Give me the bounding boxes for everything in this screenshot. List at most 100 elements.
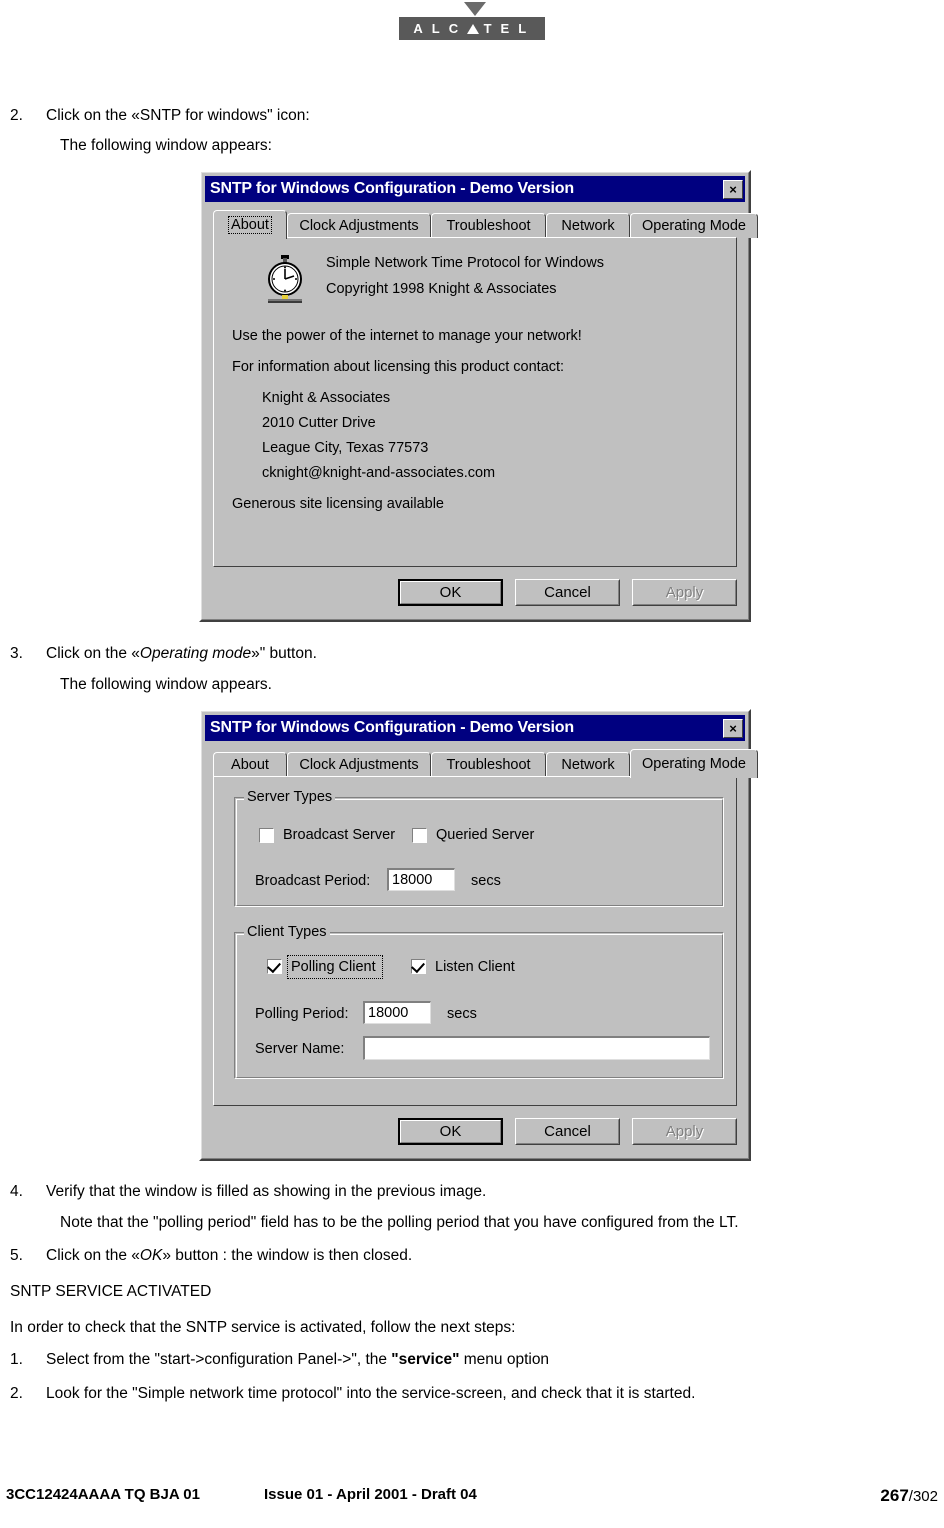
tab-operating-mode[interactable]: Operating Mode xyxy=(630,749,758,778)
check-step-2: 2. Look for the "Simple network time pro… xyxy=(10,1384,930,1404)
logo-bar: A L C T E L xyxy=(399,17,545,40)
tab-operating-mode[interactable]: Operating Mode xyxy=(630,213,758,238)
dialog1-title: SNTP for Windows Configuration - Demo Ve… xyxy=(210,180,574,197)
step-4-note: Note that the "polling period" field has… xyxy=(60,1214,739,1231)
sntp-configuration-dialog-about[interactable]: SNTP for Windows Configuration - Demo Ve… xyxy=(199,170,758,622)
check-step-2-text: Look for the "Simple network time protoc… xyxy=(46,1385,696,1402)
tab-network[interactable]: Network xyxy=(546,752,630,777)
check-step-1-number: 1. xyxy=(10,1351,23,1368)
sntp-configuration-dialog-operating-mode[interactable]: SNTP for Windows Configuration - Demo Ve… xyxy=(199,709,758,1161)
footer-total-pages: /302 xyxy=(908,1488,938,1505)
close-icon[interactable]: × xyxy=(723,718,743,738)
step-4: 4. Verify that the window is filled as s… xyxy=(10,1182,910,1202)
dialog2-titlebar[interactable]: SNTP for Windows Configuration - Demo Ve… xyxy=(205,715,745,741)
about-address-line-2: 2010 Cutter Drive xyxy=(262,415,376,431)
apply-button: Apply xyxy=(632,1118,737,1145)
tab-about-label: About xyxy=(228,216,272,234)
broadcast-server-checkbox[interactable] xyxy=(259,828,274,843)
dialog1-about-panel: Simple Network Time Protocol for Windows… xyxy=(213,237,737,567)
step-5-emphasis: OK xyxy=(139,1247,163,1264)
about-email-line: cknight@knight-and-associates.com xyxy=(262,465,496,481)
ok-button-label: OK xyxy=(439,584,462,601)
queried-server-checkbox[interactable] xyxy=(412,828,427,843)
tab-clock-adjustments-label: Clock Adjustments xyxy=(299,757,419,773)
step-2-text: Click on the «SNTP for windows" icon: xyxy=(46,107,310,124)
stopwatch-clock-icon xyxy=(268,255,302,303)
broadcast-period-input[interactable]: 18000 xyxy=(387,868,455,891)
listen-client-checkbox[interactable] xyxy=(411,958,426,974)
tab-about-label: About xyxy=(231,757,269,773)
polling-period-input[interactable]: 18000 xyxy=(363,1001,431,1024)
step-3: 3. Click on the «Operating mode»" button… xyxy=(10,644,630,664)
check-step-1: 1. Select from the "start->configuration… xyxy=(10,1350,910,1370)
apply-button-label: Apply xyxy=(665,1123,704,1140)
dialog2-tab-strip: About Clock Adjustments Troubleshoot Net… xyxy=(213,749,758,778)
tab-about[interactable]: About xyxy=(213,752,287,777)
step-5-pre: Click on the « xyxy=(46,1247,140,1264)
client-types-group-title: Client Types xyxy=(244,924,330,940)
checkmark-icon xyxy=(267,958,281,974)
logo-letter-c: C xyxy=(448,21,463,36)
section-intro: In order to check that the SNTP service … xyxy=(10,1319,516,1336)
tab-clock-adjustments-label: Clock Adjustments xyxy=(299,218,419,234)
check-step-2-number: 2. xyxy=(10,1385,23,1402)
step-2-number: 2. xyxy=(10,107,23,124)
section-heading: SNTP SERVICE ACTIVATED xyxy=(10,1283,212,1300)
check-step-1-post: menu option xyxy=(459,1351,550,1368)
logo-letter-a1: A xyxy=(413,21,428,36)
broadcast-period-unit: secs xyxy=(471,873,501,889)
dialog1-titlebar[interactable]: SNTP for Windows Configuration - Demo Ve… xyxy=(205,176,745,202)
dialog2-title: SNTP for Windows Configuration - Demo Ve… xyxy=(210,719,574,736)
tab-troubleshoot-label: Troubleshoot xyxy=(446,218,531,234)
tab-operating-mode-label: Operating Mode xyxy=(642,756,746,772)
step-3-text: Click on the «Operating mode»" button. xyxy=(46,644,630,664)
cancel-button[interactable]: Cancel xyxy=(515,1118,620,1145)
ok-button-label: OK xyxy=(439,1123,462,1140)
tab-operating-mode-label: Operating Mode xyxy=(642,218,746,234)
dialog2-operating-mode-panel: Server Types Broadcast Server Queried Se… xyxy=(213,776,737,1106)
server-types-group-title: Server Types xyxy=(244,789,336,805)
logo-letter-a2-triangle-icon xyxy=(467,23,480,34)
tab-troubleshoot[interactable]: Troubleshoot xyxy=(431,752,546,777)
server-name-input[interactable] xyxy=(363,1036,710,1060)
step-3-emphasis: Operating mode xyxy=(139,645,252,662)
logo-letter-e: E xyxy=(500,21,514,36)
tab-about[interactable]: About xyxy=(213,210,287,239)
polling-period-label: Polling Period: xyxy=(255,1006,349,1022)
apply-button-label: Apply xyxy=(665,584,704,601)
step-4-number: 4. xyxy=(10,1183,23,1200)
logo-triangle-icon xyxy=(464,2,486,16)
queried-server-label: Queried Server xyxy=(436,827,535,843)
about-contact-intro: For information about licensing this pro… xyxy=(232,359,565,375)
cancel-button-label: Cancel xyxy=(544,1123,591,1140)
step-3-subtext: The following window appears. xyxy=(60,676,272,693)
polling-client-label: Polling Client xyxy=(291,959,376,975)
ok-button[interactable]: OK xyxy=(398,579,503,606)
server-name-label: Server Name: xyxy=(255,1041,345,1057)
ok-button[interactable]: OK xyxy=(398,1118,503,1145)
cancel-button[interactable]: Cancel xyxy=(515,579,620,606)
step-3-pre: Click on the « xyxy=(46,645,140,662)
footer-document-id: 3CC12424AAAA TQ BJA 01 xyxy=(6,1486,200,1503)
tab-troubleshoot-label: Troubleshoot xyxy=(446,757,531,773)
polling-client-checkbox[interactable] xyxy=(267,958,282,974)
logo-letter-t: T xyxy=(483,21,497,36)
tab-troubleshoot[interactable]: Troubleshoot xyxy=(431,213,546,238)
step-4-text: Verify that the window is filled as show… xyxy=(46,1183,487,1200)
step-5-text: Click on the «OK» button : the window is… xyxy=(46,1246,910,1266)
tab-network[interactable]: Network xyxy=(546,213,630,238)
broadcast-server-label: Broadcast Server xyxy=(283,827,396,843)
tab-network-label: Network xyxy=(561,757,615,773)
check-step-1-pre: Select from the "start->configuration Pa… xyxy=(46,1351,392,1368)
tab-network-label: Network xyxy=(561,218,615,234)
about-tagline: Use the power of the internet to manage … xyxy=(232,328,582,344)
tab-clock-adjustments[interactable]: Clock Adjustments xyxy=(287,752,431,777)
tab-clock-adjustments[interactable]: Clock Adjustments xyxy=(287,213,431,238)
step-2: 2. Click on the «SNTP for windows" icon: xyxy=(10,106,630,126)
client-types-group: Client Types Polling Client Listen Clien… xyxy=(234,924,724,1079)
footer-current-page: 267 xyxy=(880,1486,909,1505)
cancel-button-label: Cancel xyxy=(544,584,591,601)
checkmark-icon xyxy=(411,958,425,974)
about-licensing-line: Generous site licensing available xyxy=(232,496,444,512)
close-icon[interactable]: × xyxy=(723,179,743,199)
